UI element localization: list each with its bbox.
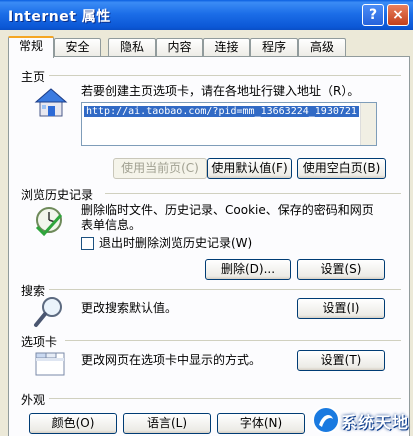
delete-on-exit-label: 退出时删除浏览历史记录(W) bbox=[99, 236, 253, 250]
window-title: Internet 属性 bbox=[8, 9, 111, 25]
delete-on-exit-checkbox[interactable] bbox=[81, 237, 94, 250]
site-watermark: 系统天地 bbox=[307, 403, 413, 436]
tab-privacy[interactable]: 隐私 bbox=[108, 38, 156, 57]
title-bar: Internet 属性 ? × bbox=[0, 0, 413, 30]
watermark-logo-icon bbox=[312, 406, 340, 434]
tab-programs[interactable]: 程序 bbox=[250, 38, 298, 57]
tab-connections[interactable]: 连接 bbox=[203, 38, 250, 57]
watermark-text: 系统天地 bbox=[341, 413, 410, 432]
use-current-button[interactable]: 使用当前页(C) bbox=[113, 158, 207, 179]
house-icon bbox=[34, 88, 68, 117]
languages-button[interactable]: 语言(L) bbox=[123, 413, 211, 434]
history-clock-icon bbox=[35, 207, 63, 237]
tabs-description: 更改网页在选项卡中显示的方式。 bbox=[81, 353, 262, 367]
help-button[interactable]: ? bbox=[362, 4, 384, 26]
url-scrollbar[interactable] bbox=[360, 103, 376, 145]
close-button[interactable]: × bbox=[387, 4, 409, 26]
general-panel: 主页 若要创建主页选项卡，请在各地址行键入地址（R）。 http://ai.ta… bbox=[8, 56, 410, 436]
home-url-value: http://ai.taobao.com/?pid=mm_13663224_19… bbox=[84, 106, 359, 117]
history-settings-button[interactable]: 设置(S) bbox=[297, 259, 385, 280]
history-separator bbox=[105, 193, 401, 194]
magnifier-icon bbox=[34, 297, 62, 327]
home-description: 若要创建主页选项卡，请在各地址行键入地址（R）。 bbox=[81, 84, 360, 98]
tab-strip: 常规 安全 隐私 内容 连接 程序 高级 bbox=[8, 36, 408, 58]
history-section-label: 浏览历史记录 bbox=[21, 188, 94, 202]
home-separator bbox=[49, 75, 401, 76]
history-description-line2: 表单信息。 bbox=[81, 218, 142, 232]
history-description-line1: 删除临时文件、历史记录、Cookie、保存的密码和网页 bbox=[81, 203, 374, 217]
tab-advanced[interactable]: 高级 bbox=[298, 38, 346, 57]
tab-general[interactable]: 常规 bbox=[8, 36, 54, 58]
tabs-settings-button[interactable]: 设置(T) bbox=[297, 350, 385, 371]
colors-button[interactable]: 颜色(O) bbox=[29, 413, 117, 434]
use-default-button[interactable]: 使用默认值(F) bbox=[207, 158, 292, 179]
search-separator bbox=[49, 289, 401, 290]
delete-history-button[interactable]: 删除(D)... bbox=[205, 259, 291, 280]
tab-content[interactable]: 内容 bbox=[156, 38, 203, 57]
search-settings-button[interactable]: 设置(I) bbox=[297, 298, 385, 319]
appearance-section-label: 外观 bbox=[21, 393, 46, 407]
tab-security[interactable]: 安全 bbox=[54, 38, 101, 57]
tabbed-window-icon bbox=[35, 352, 65, 376]
search-description: 更改搜索默认值。 bbox=[81, 301, 178, 315]
appearance-separator bbox=[49, 398, 401, 399]
use-blank-button[interactable]: 使用空白页(B) bbox=[297, 158, 386, 179]
home-section-label: 主页 bbox=[21, 70, 46, 84]
fonts-button[interactable]: 字体(N) bbox=[217, 413, 305, 434]
tabs-separator bbox=[65, 340, 401, 341]
home-url-input[interactable]: http://ai.taobao.com/?pid=mm_13663224_19… bbox=[81, 102, 377, 146]
